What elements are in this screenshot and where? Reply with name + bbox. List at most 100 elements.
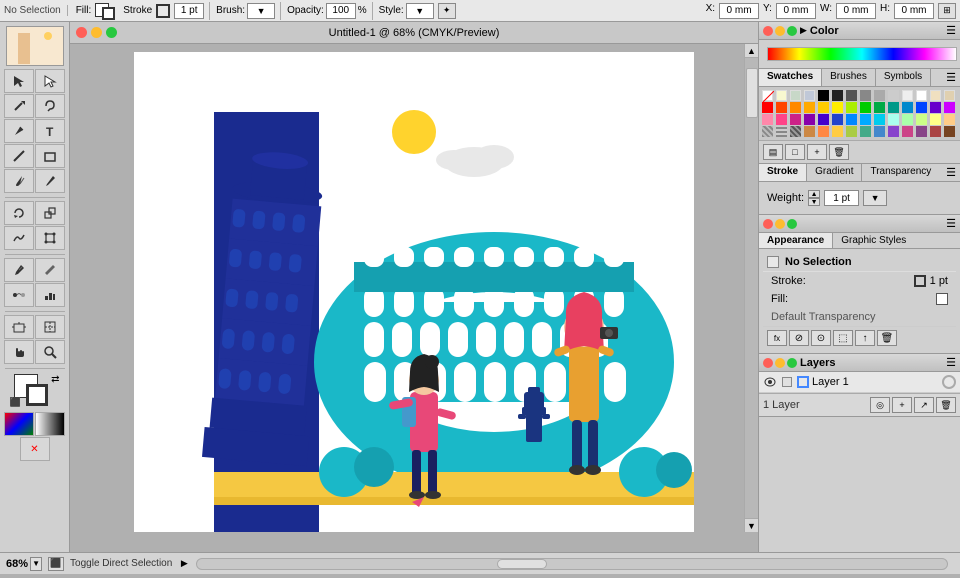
graphic-styles-tab[interactable]: Graphic Styles	[833, 233, 914, 248]
weight-input[interactable]: 1 pt	[824, 190, 859, 206]
appearance-panel-minimize[interactable]	[775, 219, 785, 229]
artboard-tool[interactable]	[4, 315, 34, 339]
swatch-cell[interactable]	[944, 102, 955, 113]
gradient-tab[interactable]: Gradient	[807, 164, 862, 181]
swatch-cell[interactable]	[790, 126, 801, 137]
appearance-panel-zoom[interactable]	[787, 219, 797, 229]
rectangle-tool[interactable]	[35, 144, 65, 168]
stroke-indicator[interactable]	[156, 4, 170, 18]
y-input[interactable]: 0 mm	[776, 3, 816, 19]
gradient-btn[interactable]	[35, 412, 65, 436]
canvas-maximize-btn[interactable]	[106, 27, 117, 38]
appearance-duplicate-btn[interactable]: ⬚	[833, 330, 853, 346]
swatch-cell[interactable]	[944, 126, 955, 137]
swatch-cell[interactable]	[860, 114, 871, 125]
scale-tool[interactable]	[35, 201, 65, 225]
swatch-cell[interactable]	[874, 102, 885, 113]
none-btn[interactable]: ✕	[20, 437, 50, 461]
color-panel-header[interactable]: ▶ Color ☰	[759, 22, 960, 40]
stroke-swatch[interactable]	[26, 384, 48, 406]
symbols-tab[interactable]: Symbols	[876, 69, 931, 86]
hand-tool[interactable]	[4, 340, 34, 364]
swatch-cell[interactable]	[874, 114, 885, 125]
default-colors-icon[interactable]: ⬛	[10, 397, 21, 408]
opacity-input[interactable]: 100	[326, 3, 356, 19]
zoom-tool[interactable]	[35, 340, 65, 364]
stroke-tab[interactable]: Stroke	[759, 164, 807, 181]
appearance-panel-menu[interactable]: ☰	[946, 217, 956, 230]
swatch-cell[interactable]	[930, 126, 941, 137]
swatch-cell[interactable]	[860, 90, 871, 101]
type-tool[interactable]: T	[35, 119, 65, 143]
color-panel-close[interactable]	[763, 26, 773, 36]
swatch-cell[interactable]	[916, 90, 927, 101]
eyedropper-tool[interactable]	[4, 258, 34, 282]
w-input[interactable]: 0 mm	[836, 3, 876, 19]
horizontal-scrollbar[interactable]	[196, 558, 948, 570]
brush-dropdown[interactable]: ▼	[247, 3, 275, 19]
layer-target-btn[interactable]	[942, 375, 956, 389]
swatch-cell[interactable]	[916, 126, 927, 137]
layers-panel-minimize[interactable]	[775, 358, 785, 368]
column-graph-tool[interactable]	[35, 283, 65, 307]
color-panel-zoom[interactable]	[787, 26, 797, 36]
swatch-cell[interactable]	[860, 102, 871, 113]
free-transform-tool[interactable]	[35, 226, 65, 250]
appearance-panel-close[interactable]	[763, 219, 773, 229]
layer-name[interactable]: Layer 1	[812, 376, 939, 388]
swatch-cell[interactable]	[818, 126, 829, 137]
swatch-cell[interactable]	[930, 102, 941, 113]
swatch-cell[interactable]	[762, 90, 773, 101]
swatch-cell[interactable]	[776, 90, 787, 101]
scroll-down-arrow[interactable]: ▼	[745, 518, 759, 532]
h-input[interactable]: 0 mm	[894, 3, 934, 19]
swatch-cell[interactable]	[846, 126, 857, 137]
pencil-tool[interactable]	[35, 169, 65, 193]
swatches-panel-menu[interactable]: ☰	[942, 69, 960, 86]
locate-object-btn[interactable]: ◎	[870, 397, 890, 413]
style-dropdown[interactable]: ▼	[406, 3, 434, 19]
layer-lock-icon[interactable]	[780, 375, 794, 389]
swatch-library-btn[interactable]: ▤	[763, 144, 783, 160]
canvas-close-btn[interactable]	[76, 27, 87, 38]
swatch-cell[interactable]	[832, 126, 843, 137]
swatch-cell[interactable]	[762, 126, 773, 137]
swatch-cell[interactable]	[804, 114, 815, 125]
color-btn[interactable]	[4, 412, 34, 436]
swatch-cell[interactable]	[902, 90, 913, 101]
navigator-icon[interactable]: ⬛	[48, 557, 64, 571]
swatch-cell[interactable]	[888, 114, 899, 125]
swatch-cell[interactable]	[832, 90, 843, 101]
weight-up-btn[interactable]: ▲	[808, 190, 820, 198]
delete-layer-btn[interactable]: 🗑	[936, 397, 956, 413]
swatch-cell[interactable]	[874, 126, 885, 137]
swatch-cell[interactable]	[818, 114, 829, 125]
lasso-tool[interactable]	[35, 94, 65, 118]
layers-panel-menu[interactable]: ☰	[946, 356, 956, 369]
weight-unit-dropdown[interactable]: ▼	[863, 190, 887, 206]
swatch-cell[interactable]	[804, 126, 815, 137]
appearance-delete-btn[interactable]: 🗑	[877, 330, 897, 346]
swatch-cell[interactable]	[818, 102, 829, 113]
scroll-track[interactable]	[745, 58, 759, 518]
swatch-cell[interactable]	[776, 114, 787, 125]
fill-stroke-indicator[interactable]	[95, 2, 119, 20]
swatch-cell[interactable]	[776, 126, 787, 137]
new-color-group-btn[interactable]: □	[785, 144, 805, 160]
swatch-cell[interactable]	[846, 102, 857, 113]
swatch-cell[interactable]	[832, 114, 843, 125]
add-layer-btn[interactable]: +	[892, 397, 912, 413]
paintbrush-tool[interactable]	[4, 169, 34, 193]
selection-tool[interactable]	[4, 69, 34, 93]
swatch-cell[interactable]	[790, 114, 801, 125]
layers-panel-header[interactable]: Layers ☰	[759, 354, 960, 372]
swatch-cell[interactable]	[874, 90, 885, 101]
swatch-cell[interactable]	[902, 126, 913, 137]
appearance-tab[interactable]: Appearance	[759, 233, 833, 248]
canvas-right-scrollbar[interactable]: ▲ ▼	[744, 44, 758, 532]
scroll-up-arrow[interactable]: ▲	[745, 44, 759, 58]
swatch-cell[interactable]	[832, 102, 843, 113]
layers-panel-zoom[interactable]	[787, 358, 797, 368]
swatch-cell[interactable]	[916, 114, 927, 125]
style-icon[interactable]: ✦	[438, 3, 456, 19]
